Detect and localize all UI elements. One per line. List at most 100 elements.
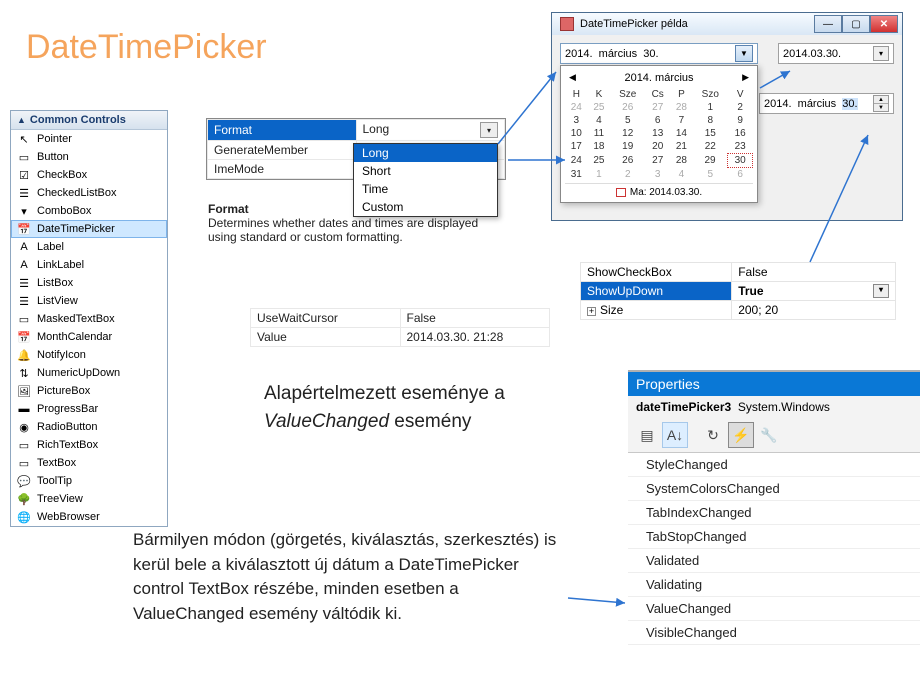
calendar-day[interactable]: 21 [670,140,693,154]
showupdown-propgrid[interactable]: ShowCheckBoxFalseShowUpDownTrue▾+Size200… [580,262,896,320]
calendar-day[interactable]: 3 [645,168,670,182]
prop-value[interactable]: False [400,309,550,328]
prop-name[interactable]: ImeMode [208,160,357,179]
calendar-day[interactable]: 1 [588,168,611,182]
dropdown-icon[interactable]: ▾ [873,284,889,298]
property-pages-button[interactable]: 🔧 [756,422,782,448]
calendar-day[interactable]: 17 [565,140,588,154]
next-month-icon[interactable]: ▶ [742,72,749,83]
prev-month-icon[interactable]: ◀ [569,72,576,83]
toolbox-item-monthcalendar[interactable]: 📅MonthCalendar [11,328,167,346]
toolbox-item-textbox[interactable]: ▭TextBox [11,454,167,472]
toolbox-header[interactable]: ▲ Common Controls [11,111,167,130]
dropdown-option-time[interactable]: Time [354,180,497,198]
event-valuechanged[interactable]: ValueChanged [628,597,920,621]
events-list[interactable]: StyleChangedSystemColorsChangedTabIndexC… [628,453,920,645]
calendar-day[interactable]: 20 [645,140,670,154]
toolbox-item-datetimepicker[interactable]: 📅DateTimePicker [11,220,167,238]
calendar-day[interactable]: 18 [588,140,611,154]
event-stylechanged[interactable]: StyleChanged [628,453,920,477]
close-button[interactable]: ✕ [870,15,898,33]
toolbox-item-listbox[interactable]: ☰ListBox [11,274,167,292]
toolbox-item-checkbox[interactable]: ☑CheckBox [11,166,167,184]
calendar-day[interactable]: 2 [610,168,645,182]
spin-buttons[interactable]: ▲▼ [873,95,889,112]
toolbox-item-maskedtextbox[interactable]: ▭MaskedTextBox [11,310,167,328]
toolbox-item-listview[interactable]: ☰ListView [11,292,167,310]
toolbox-item-combobox[interactable]: ▾ComboBox [11,202,167,220]
toolbox-item-button[interactable]: ▭Button [11,148,167,166]
prop-name[interactable]: +Size [581,301,732,320]
calendar-day[interactable]: 12 [610,127,645,140]
calendar-day[interactable]: 9 [728,114,753,127]
maximize-button[interactable]: ▢ [842,15,870,33]
calendar-day[interactable]: 19 [610,140,645,154]
prop-name[interactable]: Format [208,120,357,141]
event-tabindexchanged[interactable]: TabIndexChanged [628,501,920,525]
event-validating[interactable]: Validating [628,573,920,597]
prop-value[interactable]: 2014.03.30. 21:28 [400,328,550,347]
minimize-button[interactable]: — [814,15,842,33]
calendar-day[interactable]: 23 [728,140,753,154]
calendar-day[interactable]: 30 [728,154,753,168]
toolbox-item-numericupdown[interactable]: ⇅NumericUpDown [11,364,167,382]
datetimepicker-long[interactable]: 2014. március 30. ▼ [560,43,758,64]
calendar-day[interactable]: 27 [645,101,670,114]
prop-name[interactable]: Value [251,328,401,347]
calendar-day[interactable]: 5 [610,114,645,127]
calendar-day[interactable]: 8 [693,114,728,127]
toolbox-item-radiobutton[interactable]: ◉RadioButton [11,418,167,436]
prop-name[interactable]: ShowUpDown [581,282,732,301]
calendar-day[interactable]: 25 [588,101,611,114]
calendar-day[interactable]: 2 [728,101,753,114]
prop-value[interactable]: False [732,263,896,282]
toolbox-item-progressbar[interactable]: ▬ProgressBar [11,400,167,418]
toolbox-item-label[interactable]: ALabel [11,238,167,256]
prop-name[interactable]: GenerateMember [208,141,357,160]
dropdown-icon[interactable]: ▼ [735,45,753,62]
toolbox-item-pointer[interactable]: ↖Pointer [11,130,167,148]
calendar-day[interactable]: 6 [645,114,670,127]
toolbox-item-webbrowser[interactable]: 🌐WebBrowser [11,508,167,526]
alphabetical-button[interactable]: A↓ [662,422,688,448]
dropdown-option-long[interactable]: Long [354,144,497,162]
dropdown-icon[interactable]: ▾ [480,122,498,138]
calendar-day[interactable]: 31 [565,168,588,182]
calendar-popup[interactable]: ◀ 2014. március ▶ HKSzeCsPSzoV2425262728… [560,65,758,203]
calendar-day[interactable]: 3 [565,114,588,127]
dropdown-option-custom[interactable]: Custom [354,198,497,216]
dropdown-icon[interactable]: ▾ [873,46,889,61]
calendar-day[interactable]: 25 [588,154,611,168]
prop-name[interactable]: ShowCheckBox [581,263,732,282]
calendar-day[interactable]: 29 [693,154,728,168]
properties-button[interactable]: ↻ [700,422,726,448]
datetimepicker-updown[interactable]: 2014. március 30. ▲▼ [759,93,894,114]
event-visiblechanged[interactable]: VisibleChanged [628,621,920,645]
dropdown-option-short[interactable]: Short [354,162,497,180]
calendar-day[interactable]: 26 [610,101,645,114]
window-titlebar[interactable]: DateTimePicker példa — ▢ ✕ [552,13,902,35]
calendar-day[interactable]: 14 [670,127,693,140]
calendar-day[interactable]: 24 [565,101,588,114]
datetimepicker-short[interactable]: 2014.03.30. ▾ [778,43,894,64]
value-propgrid[interactable]: UseWaitCursorFalseValue2014.03.30. 21:28 [250,308,550,347]
calendar-day[interactable]: 10 [565,127,588,140]
calendar-day[interactable]: 15 [693,127,728,140]
prop-value[interactable]: 200; 20 [732,301,896,320]
toolbox-item-treeview[interactable]: 🌳TreeView [11,490,167,508]
toolbox-item-tooltip[interactable]: 💬ToolTip [11,472,167,490]
prop-name[interactable]: UseWaitCursor [251,309,401,328]
calendar-day[interactable]: 28 [670,101,693,114]
calendar-day[interactable]: 13 [645,127,670,140]
event-tabstopchanged[interactable]: TabStopChanged [628,525,920,549]
calendar-day[interactable]: 7 [670,114,693,127]
toolbox-item-checkedlistbox[interactable]: ☰CheckedListBox [11,184,167,202]
calendar-day[interactable]: 26 [610,154,645,168]
calendar-day[interactable]: 4 [670,168,693,182]
toolbox-item-richtextbox[interactable]: ▭RichTextBox [11,436,167,454]
calendar-day[interactable]: 6 [728,168,753,182]
events-button[interactable]: ⚡ [728,422,754,448]
prop-value[interactable]: Long▾ [356,120,505,141]
calendar-day[interactable]: 16 [728,127,753,140]
categorized-button[interactable]: ▤ [634,422,660,448]
